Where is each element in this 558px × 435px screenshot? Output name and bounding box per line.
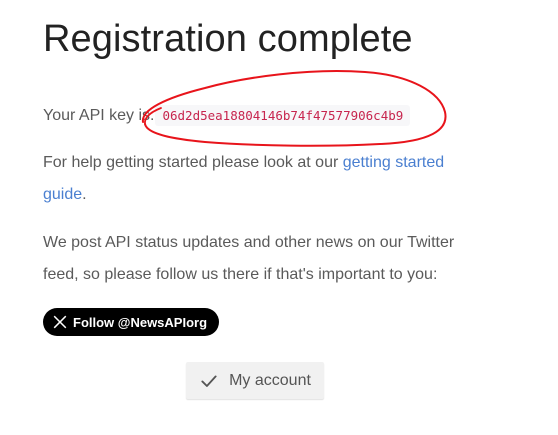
my-account-button[interactable]: My account: [186, 362, 324, 399]
help-text-after: .: [82, 186, 87, 203]
api-key-row: Your API key is: 06d2d5ea18804146b74f4757…: [43, 100, 483, 132]
help-text: For help getting started please look at …: [43, 147, 483, 211]
help-text-before: For help getting started please look at …: [43, 154, 343, 171]
check-icon: [201, 375, 217, 387]
my-account-label: My account: [229, 371, 311, 389]
twitter-follow-button[interactable]: Follow @NewsAPIorg: [43, 308, 220, 336]
twitter-follow-label: Follow @NewsAPIorg: [73, 314, 208, 330]
page-title: Registration complete: [43, 18, 413, 60]
api-key-label: Your API key is:: [43, 107, 155, 124]
news-text: We post API status updates and other new…: [43, 234, 455, 283]
x-logo-icon: [53, 315, 67, 329]
api-key-value[interactable]: 06d2d5ea18804146b74f47577906c4b9: [155, 105, 411, 126]
